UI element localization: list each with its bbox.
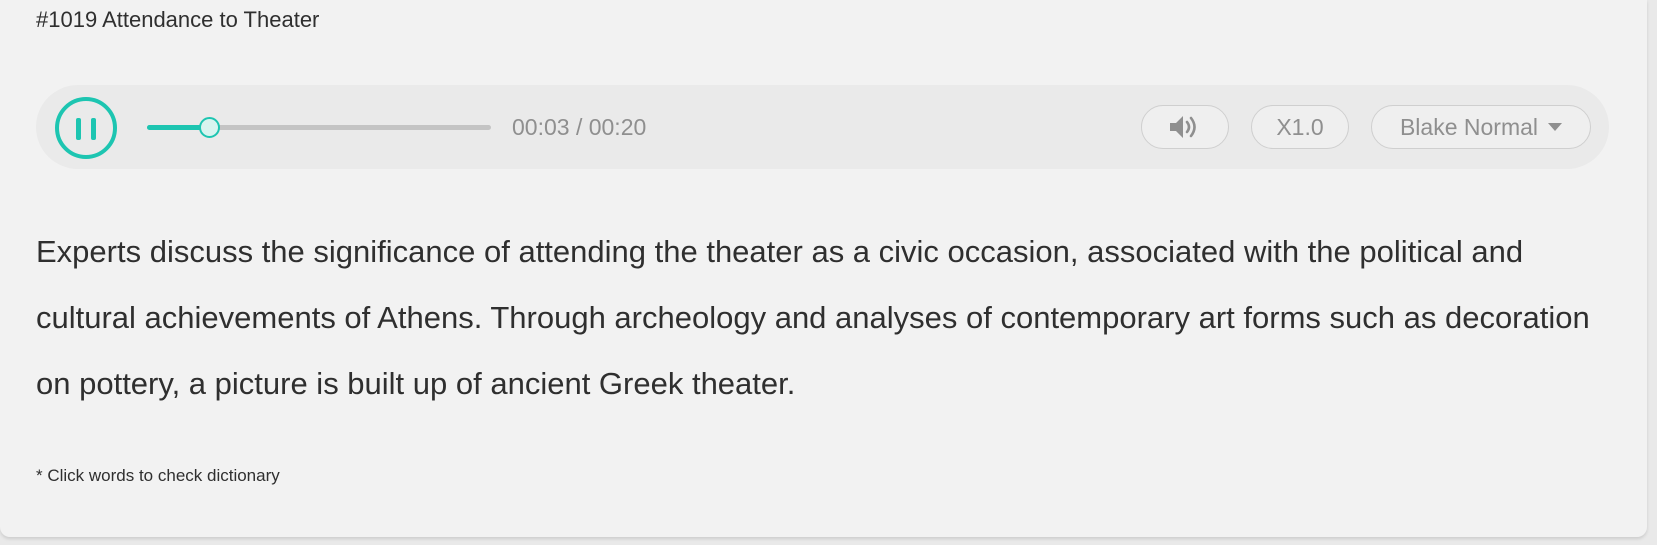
volume-button[interactable] — [1141, 105, 1229, 149]
voice-select[interactable]: Blake Normal — [1371, 105, 1591, 149]
transcript-text[interactable]: Experts discuss the significance of atte… — [36, 219, 1626, 417]
playback-speed-button[interactable]: X1.0 — [1251, 105, 1349, 149]
progress-slider[interactable] — [147, 117, 491, 138]
lesson-title: #1019 Attendance to Theater — [36, 7, 320, 32]
dictionary-hint: * Click words to check dictionary — [36, 466, 280, 485]
progress-handle[interactable] — [198, 117, 220, 138]
time-display: 00:03 / 00:20 — [512, 114, 647, 140]
caret-down-icon — [1548, 122, 1563, 131]
speaker-icon — [1170, 116, 1196, 138]
pause-button[interactable] — [55, 97, 117, 159]
lesson-card: #1019 Attendance to Theater 00:03 / 00:2… — [0, 0, 1647, 537]
voice-select-label: Blake Normal — [1399, 114, 1539, 140]
audio-player: 00:03 / 00:20 X1.0 Blake Normal — [36, 85, 1609, 169]
